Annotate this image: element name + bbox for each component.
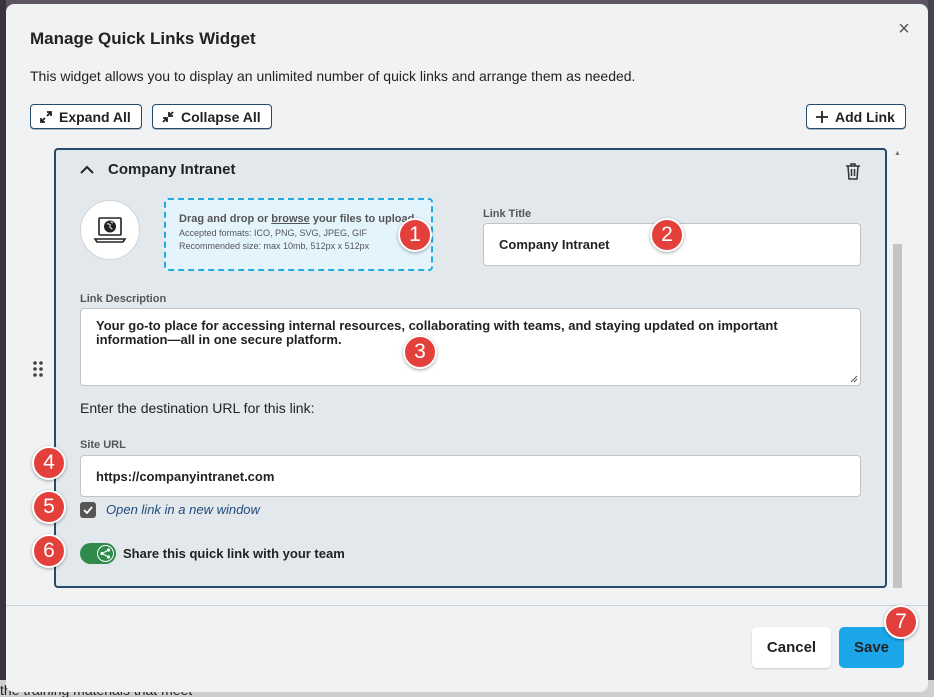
collapse-all-button[interactable]: Collapse All bbox=[152, 104, 272, 129]
expand-all-label: Expand All bbox=[59, 108, 131, 125]
link-description-label: Link Description bbox=[80, 293, 167, 305]
open-new-window-checkbox[interactable] bbox=[80, 502, 96, 518]
site-url-label: Site URL bbox=[80, 439, 126, 451]
footer-divider bbox=[6, 605, 928, 606]
plus-icon bbox=[816, 110, 828, 123]
link-title-label: Link Title bbox=[483, 208, 532, 220]
scrollbar-thumb[interactable] bbox=[893, 244, 902, 588]
browse-link[interactable]: browse bbox=[271, 213, 310, 225]
chevron-up-icon[interactable] bbox=[80, 165, 94, 175]
backdrop-right bbox=[928, 0, 934, 697]
share-toggle[interactable] bbox=[80, 543, 116, 564]
collapse-all-label: Collapse All bbox=[181, 108, 261, 125]
upload-dropzone[interactable]: Drag and drop or browse your files to up… bbox=[164, 198, 433, 271]
annotation-marker-2: 2 bbox=[650, 218, 684, 252]
annotation-marker-1: 1 bbox=[398, 218, 432, 252]
trash-icon[interactable] bbox=[845, 162, 861, 180]
links-scroll-area: Company Intranet Drag and drop or browse… bbox=[6, 146, 928, 606]
accepted-formats: Accepted formats: ICO, PNG, SVG, JPEG, G… bbox=[179, 228, 368, 238]
modal-title: Manage Quick Links Widget bbox=[30, 29, 256, 48]
link-icon-preview bbox=[80, 200, 140, 260]
add-link-button[interactable]: Add Link bbox=[806, 104, 906, 129]
modal-description: This widget allows you to display an unl… bbox=[30, 68, 636, 84]
close-button[interactable]: × bbox=[894, 19, 914, 40]
share-icon bbox=[100, 548, 111, 559]
annotation-marker-7: 7 bbox=[884, 605, 918, 639]
annotation-marker-3: 3 bbox=[403, 335, 437, 369]
scroll-up-arrow[interactable]: ▲ bbox=[893, 150, 902, 158]
recommended-size: Recommended size: max 10mb, 512px x 512p… bbox=[179, 241, 370, 251]
link-description-textarea[interactable]: Your go-to place for accessing internal … bbox=[80, 308, 861, 386]
dropzone-prefix: Drag and drop or bbox=[179, 213, 272, 225]
destination-prompt: Enter the destination URL for this link: bbox=[80, 400, 315, 416]
globe-laptop-icon bbox=[93, 217, 127, 243]
dropzone-instructions: Drag and drop or browse your files to up… bbox=[179, 213, 431, 225]
expand-all-button[interactable]: Expand All bbox=[30, 104, 142, 129]
cancel-button[interactable]: Cancel bbox=[752, 627, 831, 668]
open-new-window-label[interactable]: Open link in a new window bbox=[106, 502, 260, 517]
share-label: Share this quick link with your team bbox=[123, 546, 345, 561]
share-toggle-knob bbox=[97, 545, 114, 562]
add-link-label: Add Link bbox=[835, 108, 895, 125]
card-header[interactable]: Company Intranet bbox=[80, 161, 236, 178]
site-url-input[interactable]: https://companyintranet.com bbox=[80, 455, 861, 497]
link-description-text: Your go-to place for accessing internal … bbox=[96, 318, 778, 347]
annotation-marker-5: 5 bbox=[32, 490, 66, 524]
drag-handle-icon[interactable] bbox=[32, 360, 44, 378]
annotation-marker-6: 6 bbox=[32, 534, 66, 568]
link-card: Company Intranet Drag and drop or browse… bbox=[54, 148, 887, 588]
dropzone-suffix: your files to upload bbox=[309, 213, 415, 225]
resize-grip-icon[interactable] bbox=[850, 375, 858, 383]
expand-icon bbox=[40, 110, 52, 123]
collapse-icon bbox=[162, 110, 174, 123]
checkmark-icon bbox=[83, 506, 93, 514]
annotation-marker-4: 4 bbox=[32, 446, 66, 480]
quick-links-modal: Manage Quick Links Widget × This widget … bbox=[6, 4, 928, 692]
card-title: Company Intranet bbox=[108, 161, 236, 178]
